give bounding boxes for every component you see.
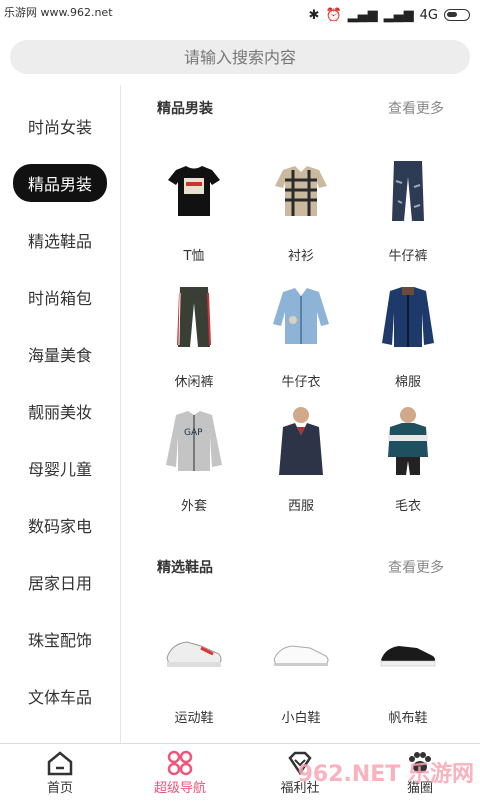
- sweater-image: [373, 405, 443, 475]
- home-icon: [46, 749, 74, 777]
- product-tshirt[interactable]: T恤: [139, 155, 249, 264]
- sneakers-image: [159, 617, 229, 687]
- status-bar: ✱ ⏰ ▂▄▆ ▂▄▆ 4G: [0, 0, 480, 30]
- see-more-shoes[interactable]: 查看更多: [388, 557, 444, 577]
- sidebar-item-jewelry[interactable]: 珠宝配饰: [0, 621, 120, 657]
- sidebar-item-baby[interactable]: 母婴儿童: [0, 450, 120, 486]
- sidebar-item-sports[interactable]: 文体车品: [0, 678, 120, 714]
- grid-icon: [166, 749, 194, 777]
- product-jeans[interactable]: 牛仔裤: [353, 155, 463, 264]
- sidebar-item-makeup[interactable]: 靓丽美妆: [0, 393, 120, 429]
- white-shoes-image: [266, 617, 336, 687]
- product-sweater[interactable]: 毛衣: [353, 405, 463, 514]
- sidebar-item-shoes[interactable]: 精选鞋品: [0, 222, 120, 258]
- search-bar[interactable]: [10, 40, 470, 74]
- product-jacket[interactable]: GAP 外套: [139, 405, 249, 514]
- status-icons: ✱ ⏰ ▂▄▆ ▂▄▆ 4G: [309, 8, 470, 23]
- bluetooth-icon: ✱: [308, 7, 320, 23]
- shirt-image: [266, 155, 336, 225]
- product-suit[interactable]: 西服: [246, 405, 356, 514]
- product-casual-pants[interactable]: 休闲裤: [139, 281, 249, 390]
- alarm-icon: ⏰: [325, 7, 342, 23]
- suit-image: [266, 405, 336, 475]
- battery-icon: [444, 9, 470, 21]
- network-type: 4G: [419, 7, 438, 23]
- sidebar-item-bags[interactable]: 时尚箱包: [0, 279, 120, 315]
- product-shirt[interactable]: 衬衫: [246, 155, 356, 264]
- sidebar-item-men[interactable]: 精品男装: [0, 164, 120, 202]
- product-canvas-shoes[interactable]: 帆布鞋: [353, 617, 463, 726]
- watermark-bottom: 962.NET 乐游网: [297, 762, 474, 787]
- jacket-image: GAP: [159, 405, 229, 475]
- product-sneakers[interactable]: 运动鞋: [139, 617, 249, 726]
- svg-text:GAP: GAP: [184, 428, 203, 438]
- casual-pants-image: [159, 281, 229, 351]
- product-cotton-coat[interactable]: 棉服: [353, 281, 463, 390]
- see-more-men[interactable]: 查看更多: [388, 98, 444, 118]
- category-sidebar: 时尚女装 精品男装 精选鞋品 时尚箱包 海量美食 靓丽美妆 母婴儿童 数码家电 …: [0, 85, 121, 743]
- product-denim-jacket[interactable]: 牛仔衣: [246, 281, 356, 390]
- signal-icon-2: ▂▄▆: [383, 7, 414, 23]
- tab-home[interactable]: 首页: [0, 744, 120, 801]
- category-content: 精品男装 查看更多 T恤 衬衫 牛仔裤 休闲裤 牛仔衣 棉服 GAP 外套 西服…: [121, 85, 480, 743]
- jeans-image: [373, 155, 443, 225]
- sidebar-item-electronics[interactable]: 数码家电: [0, 507, 120, 543]
- cotton-coat-image: [373, 281, 443, 351]
- section-title-men: 精品男装: [157, 101, 213, 117]
- tshirt-image: [159, 155, 229, 225]
- sidebar-item-fashion-women[interactable]: 时尚女装: [0, 108, 120, 144]
- search-input[interactable]: [10, 46, 470, 68]
- tab-super-nav[interactable]: 超级导航: [120, 744, 240, 801]
- sidebar-item-food[interactable]: 海量美食: [0, 336, 120, 372]
- product-white-shoes[interactable]: 小白鞋: [246, 617, 356, 726]
- canvas-shoes-image: [373, 617, 443, 687]
- denim-jacket-image: [266, 281, 336, 351]
- signal-icon: ▂▄▆: [347, 7, 378, 23]
- sidebar-item-home[interactable]: 居家日用: [0, 564, 120, 600]
- section-title-shoes: 精选鞋品: [157, 560, 213, 576]
